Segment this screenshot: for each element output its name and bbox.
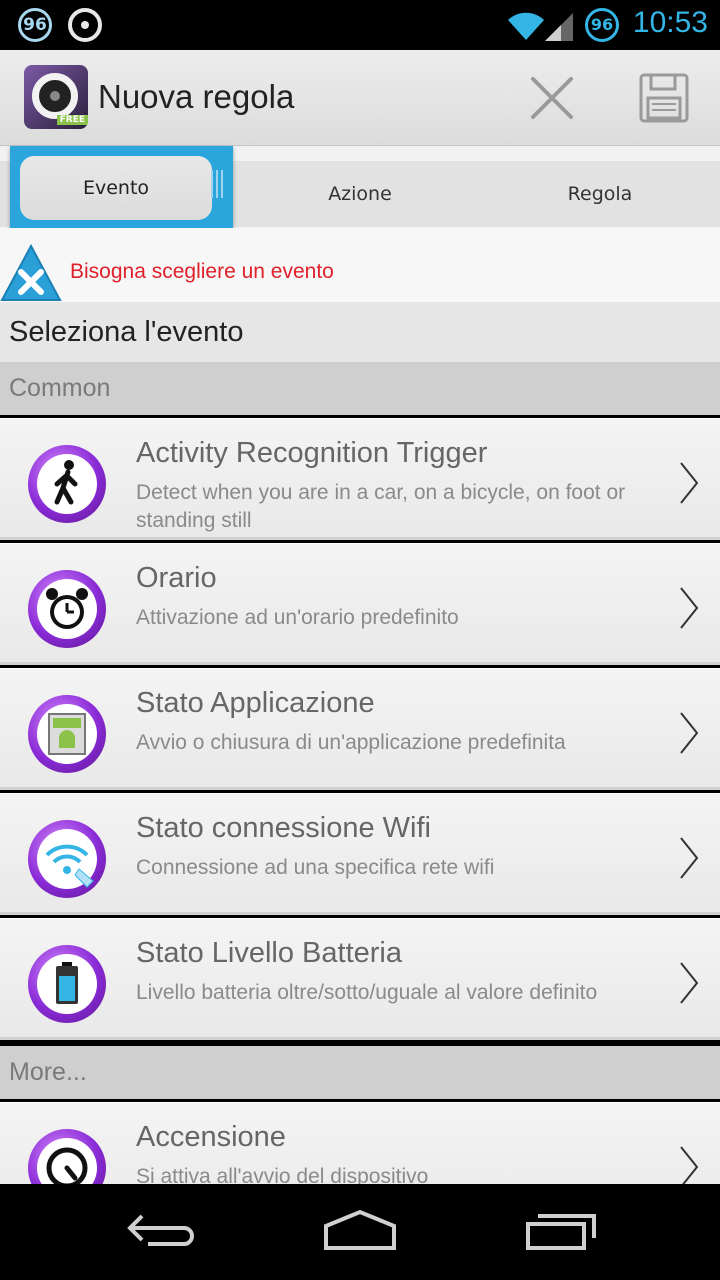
warning-x-icon bbox=[0, 244, 62, 301]
chevron-right-icon bbox=[680, 1146, 699, 1188]
item-title: Stato Applicazione bbox=[136, 687, 375, 719]
item-description: Detect when you are in a car, on a bicyc… bbox=[136, 481, 626, 532]
group-header-common: Common bbox=[0, 362, 720, 415]
chevron-right-icon bbox=[680, 462, 699, 504]
list-item-stato-wifi[interactable]: Stato connessione Wifi Connessione ad un… bbox=[0, 793, 720, 915]
group-header-label: Common bbox=[9, 374, 111, 402]
section-title-text: Seleziona l'evento bbox=[9, 316, 244, 348]
tab-bar: Azione Regola Evento bbox=[0, 146, 720, 232]
clock: 10:53 bbox=[632, 6, 708, 39]
item-description: Livello batteria oltre/sotto/uguale al v… bbox=[136, 981, 598, 1004]
item-description: Avvio o chiusura di un'applicazione pred… bbox=[136, 731, 566, 754]
tab-regola[interactable]: Regola bbox=[480, 161, 720, 227]
item-description: Attivazione ad un'orario predefinito bbox=[136, 606, 459, 629]
list-item-activity-recognition[interactable]: Activity Recognition Trigger Detect when… bbox=[0, 418, 720, 540]
list-item-orario[interactable]: Orario Attivazione ad un'orario predefin… bbox=[0, 543, 720, 665]
app-logo-icon[interactable]: FREE bbox=[24, 65, 88, 129]
chevron-right-icon bbox=[680, 962, 699, 1004]
chevron-right-icon bbox=[680, 837, 699, 879]
error-message: Bisogna scegliere un evento bbox=[70, 260, 334, 283]
battery-badge-icon: 96 bbox=[585, 8, 619, 42]
tab-azione[interactable]: Azione bbox=[240, 161, 480, 227]
tab-evento[interactable]: Evento bbox=[10, 146, 233, 232]
free-badge: FREE bbox=[56, 115, 88, 125]
section-title: Seleziona l'evento bbox=[0, 302, 720, 362]
home-icon[interactable] bbox=[322, 1208, 398, 1252]
sync-icon bbox=[68, 8, 102, 42]
back-icon[interactable] bbox=[124, 1208, 196, 1252]
item-description: Connessione ad una specifica rete wifi bbox=[136, 856, 495, 879]
tab-evento-label: Evento bbox=[20, 156, 212, 220]
chevron-right-icon bbox=[680, 587, 699, 629]
status-bar: 96 96 10:53 bbox=[0, 0, 720, 50]
recent-apps-icon[interactable] bbox=[524, 1208, 600, 1252]
item-title: Orario bbox=[136, 562, 217, 594]
error-message-row: Bisogna scegliere un evento bbox=[0, 228, 720, 302]
notification-badge-icon: 96 bbox=[18, 8, 52, 42]
chevron-right-icon bbox=[680, 712, 699, 754]
navigation-bar bbox=[0, 1184, 720, 1280]
wifi-icon bbox=[28, 820, 106, 898]
group-header-more: More... bbox=[0, 1046, 720, 1099]
item-title: Stato connessione Wifi bbox=[136, 812, 431, 844]
walking-person-icon bbox=[28, 445, 106, 523]
group-header-label: More... bbox=[9, 1058, 87, 1086]
drag-handle-icon[interactable] bbox=[211, 170, 223, 198]
close-icon[interactable] bbox=[528, 74, 576, 122]
battery-icon bbox=[28, 945, 106, 1023]
item-title: Stato Livello Batteria bbox=[136, 937, 402, 969]
alarm-clock-icon bbox=[28, 570, 106, 648]
item-title: Accensione bbox=[136, 1121, 286, 1153]
save-icon[interactable] bbox=[638, 72, 690, 124]
item-title: Activity Recognition Trigger bbox=[136, 437, 488, 469]
page-title: Nuova regola bbox=[98, 78, 295, 115]
list-item-stato-batteria[interactable]: Stato Livello Batteria Livello batteria … bbox=[0, 918, 720, 1040]
wifi-signal-icon bbox=[508, 12, 544, 40]
list-item-stato-applicazione[interactable]: Stato Applicazione Avvio o chiusura di u… bbox=[0, 668, 720, 790]
cell-signal-icon bbox=[545, 13, 573, 41]
action-bar: FREE Nuova regola bbox=[0, 50, 720, 146]
android-app-icon bbox=[28, 695, 106, 773]
